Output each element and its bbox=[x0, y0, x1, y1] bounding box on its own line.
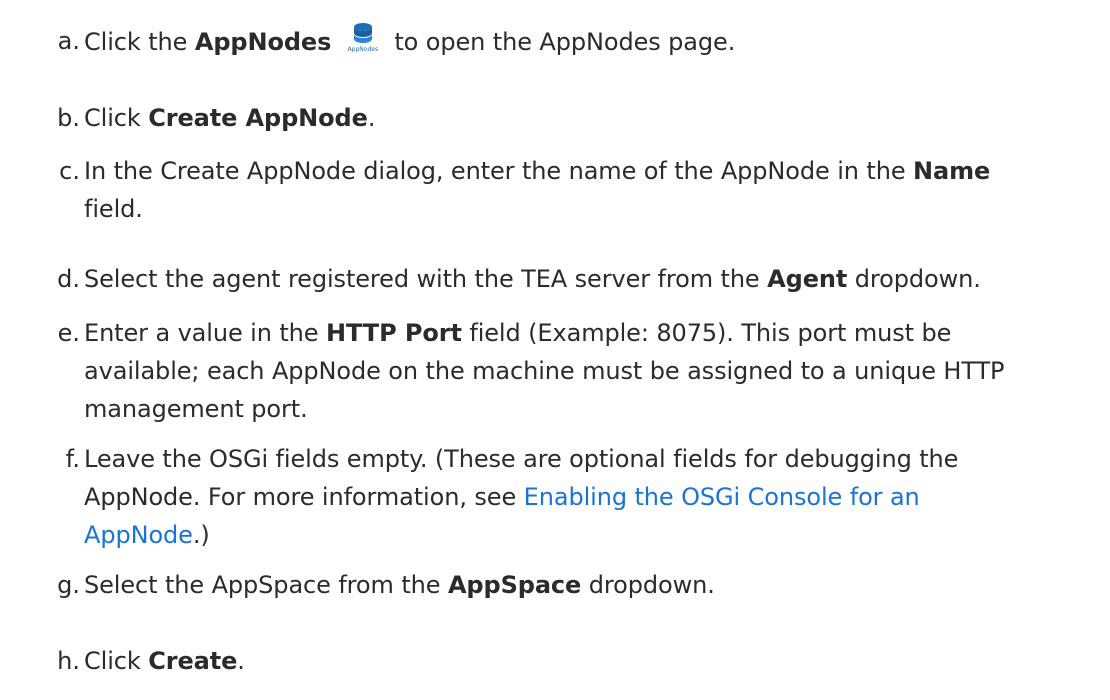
step-text-part: AppNode. For more information, see bbox=[84, 483, 524, 511]
step-marker: e. bbox=[57, 319, 80, 347]
instruction-steps: a. Click the AppNodes AppNodes to open t… bbox=[0, 0, 1110, 700]
step-g: g. Select the AppSpace from the AppSpace… bbox=[0, 566, 1090, 604]
step-text-part: Leave the OSGi fields empty. (These are … bbox=[84, 445, 959, 473]
step-e: e. Enter a value in the HTTP Port field … bbox=[0, 314, 1090, 428]
step-text-part: dropdown. bbox=[847, 265, 981, 293]
step-text-part: . bbox=[367, 104, 376, 132]
step-text-part: to open the AppNodes page. bbox=[386, 28, 736, 56]
step-text-part: Click bbox=[84, 647, 149, 675]
step-text: Leave the OSGi fields empty. (These are … bbox=[84, 440, 1090, 554]
step-text: Click the AppNodes AppNodes to open the … bbox=[84, 22, 1090, 61]
step-bold-term: Name bbox=[913, 157, 991, 185]
step-text-part: Click the bbox=[84, 28, 195, 56]
step-text: Select the AppSpace from the AppSpace dr… bbox=[84, 566, 1090, 604]
step-text-part: . bbox=[237, 647, 245, 675]
step-bold-term: HTTP Port bbox=[326, 319, 462, 347]
step-bold-term: AppSpace bbox=[447, 571, 582, 599]
step-marker: f. bbox=[65, 445, 80, 473]
step-text-part: Click bbox=[84, 104, 149, 132]
step-a: a. Click the AppNodes AppNodes to open t… bbox=[0, 22, 1090, 61]
step-text-part: management port. bbox=[84, 395, 308, 423]
step-text: Click Create. bbox=[84, 642, 1090, 680]
step-marker: g. bbox=[57, 571, 80, 599]
appnodes-icon-caption: AppNodes bbox=[347, 46, 379, 53]
osgi-console-link-continued[interactable]: AppNode bbox=[84, 521, 193, 549]
step-text: In the Create AppNode dialog, enter the … bbox=[84, 152, 1090, 228]
step-text: Click Create AppNode. bbox=[84, 99, 1090, 137]
step-f: f. Leave the OSGi fields empty. (These a… bbox=[0, 440, 1090, 554]
step-bold-term: Agent bbox=[767, 265, 848, 293]
step-h: h. Click Create. bbox=[0, 642, 1090, 680]
step-bold-term: Create AppNode bbox=[148, 104, 368, 132]
step-marker: a. bbox=[57, 27, 80, 55]
step-text-part: Select the agent registered with the TEA… bbox=[84, 265, 768, 293]
step-text-part: .) bbox=[192, 521, 210, 549]
osgi-console-link[interactable]: Enabling the OSGi Console for an bbox=[524, 483, 920, 511]
step-marker: d. bbox=[57, 265, 80, 293]
step-text-part: Enter a value in the bbox=[84, 319, 326, 347]
step-text-part: field. bbox=[84, 195, 143, 223]
step-marker: h. bbox=[57, 647, 80, 675]
step-text-part: In the Create AppNode dialog, enter the … bbox=[84, 157, 914, 185]
step-text-part: field (Example: 8075). This port must be bbox=[461, 319, 952, 347]
step-text: Enter a value in the HTTP Port field (Ex… bbox=[84, 314, 1090, 428]
step-text-part: available; each AppNode on the machine m… bbox=[84, 357, 1005, 385]
step-bold-term: AppNodes bbox=[194, 28, 332, 56]
step-text: Select the agent registered with the TEA… bbox=[84, 260, 1090, 298]
step-marker: c. bbox=[59, 157, 80, 185]
step-d: d. Select the agent registered with the … bbox=[0, 260, 1090, 298]
step-b: b. Click Create AppNode. bbox=[0, 99, 1090, 137]
step-bold-term: Create bbox=[148, 647, 238, 675]
step-text-part: Select the AppSpace from the bbox=[84, 571, 448, 599]
appnodes-icon: AppNodes bbox=[341, 22, 385, 56]
step-marker: b. bbox=[57, 104, 80, 132]
step-text-part: dropdown. bbox=[581, 571, 715, 599]
step-c: c. In the Create AppNode dialog, enter t… bbox=[0, 152, 1090, 228]
